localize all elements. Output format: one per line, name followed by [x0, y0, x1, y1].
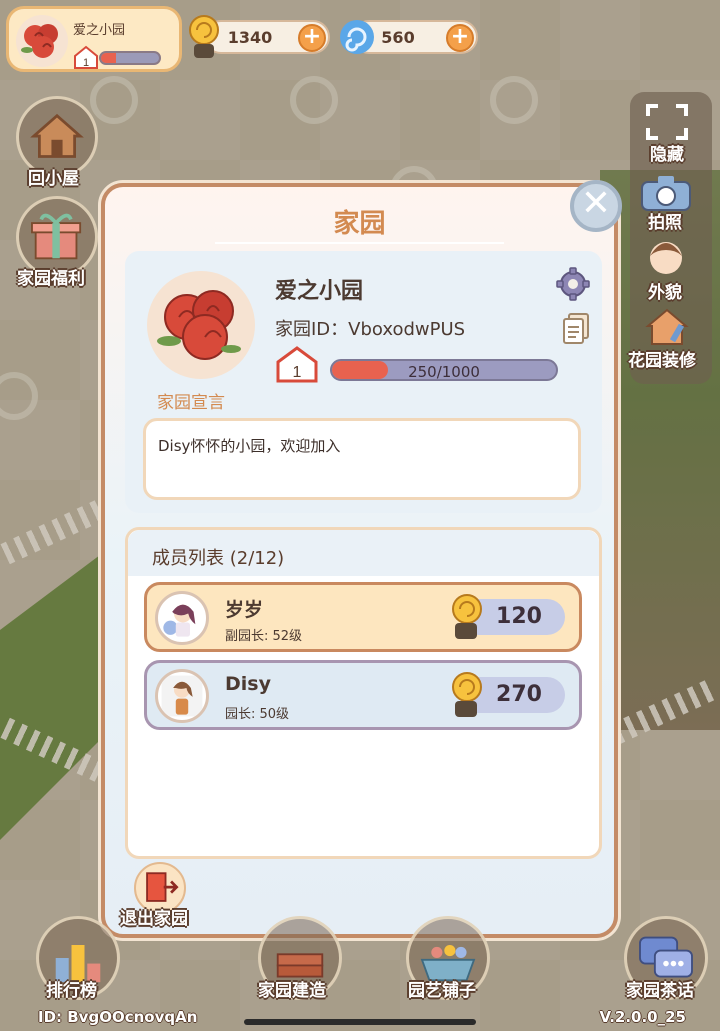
- svg-text:1: 1: [83, 57, 89, 69]
- hide-label[interactable]: 隐藏: [650, 140, 684, 165]
- home-info-chip[interactable]: 爱之小园 1: [6, 6, 182, 72]
- close-dialog-button[interactable]: ✕: [570, 180, 622, 232]
- home-welfare-label: 家园福利: [17, 269, 85, 289]
- home-level-bar: [99, 51, 161, 65]
- declaration-box[interactable]: Disy怀怀的小园，欢迎加入: [143, 418, 581, 500]
- add-snail-coin-button[interactable]: +: [298, 24, 326, 52]
- home-id-text: 家园ID：VboxodwPUS: [275, 319, 466, 340]
- golden-snail-icon: [452, 594, 482, 639]
- svg-text:1: 1: [293, 364, 302, 381]
- member-role: 副园长: 52级: [225, 629, 303, 644]
- copy-id-icon[interactable]: [562, 313, 590, 345]
- member-list-header: 成员列表 (2/12): [128, 530, 599, 576]
- house-level-icon: 1: [276, 346, 318, 383]
- rose-emblem-icon: [16, 15, 68, 67]
- photo-label[interactable]: 拍照: [648, 208, 682, 233]
- hide-frame-icon[interactable]: [644, 102, 690, 142]
- declaration-label: 家园宣言: [157, 393, 225, 413]
- home-name-title: 爱之小园: [275, 279, 364, 304]
- home-build-label: 家园建造: [258, 981, 326, 1001]
- settings-gear-icon[interactable]: [556, 267, 590, 301]
- close-icon: ✕: [580, 183, 612, 224]
- garden-shop-label: 园艺铺子: [408, 981, 476, 1001]
- dialog-title: 家园: [333, 209, 386, 239]
- home-tea-chat-label: 家园茶话: [626, 981, 694, 1001]
- house-level-icon: 1: [74, 45, 98, 69]
- garden-decorate-icon[interactable]: [644, 304, 690, 348]
- add-spiral-button[interactable]: +: [446, 24, 474, 52]
- appearance-label[interactable]: 外貌: [648, 278, 682, 303]
- ranking-label: 排行榜: [46, 981, 97, 1001]
- rose-emblem-icon: [157, 290, 241, 360]
- golden-snail-icon: [452, 672, 482, 717]
- home-exp-text: 250/1000: [408, 363, 480, 381]
- home-name: 爱之小园: [73, 23, 126, 38]
- member-name: 岁岁: [225, 599, 264, 621]
- exit-home-label[interactable]: 退出家园: [120, 904, 188, 929]
- character-portrait-icon: [161, 675, 203, 717]
- golden-snail-icon: [189, 15, 219, 58]
- garden-decorate-label[interactable]: 花园装修: [628, 346, 696, 371]
- member-role: 园长: 50级: [225, 707, 290, 722]
- declaration-text: Disy怀怀的小园，欢迎加入: [158, 437, 341, 455]
- member-list-title: 成员列表 (2/12): [152, 548, 285, 569]
- member-name: Disy: [225, 673, 271, 695]
- blue-spiral-icon: [340, 20, 374, 54]
- title-divider: [215, 242, 504, 244]
- back-to-cabin-label: 回小屋: [28, 169, 79, 189]
- home-exp-bar: 250/1000: [330, 359, 558, 381]
- player-id: ID: BvgOOcnovqAn: [38, 1008, 198, 1026]
- character-portrait-icon: [163, 604, 196, 637]
- member-avatar: [155, 669, 209, 723]
- home-emblem: [147, 271, 255, 379]
- version-text: V.2.0.0_25: [599, 1008, 686, 1026]
- member-row[interactable]: Disy 园长: 50级 270: [144, 660, 582, 730]
- member-avatar: [155, 591, 209, 645]
- camera-icon[interactable]: [640, 176, 692, 212]
- member-list-card: 成员列表 (2/12) 岁岁 副园长: 52级 120 Disy 园长: 50级…: [125, 527, 602, 859]
- member-row[interactable]: 岁岁 副园长: 52级 120: [144, 582, 582, 652]
- snail-coin-counter: 1340 +: [204, 20, 330, 54]
- home-indicator-bar[interactable]: [244, 1019, 476, 1025]
- avatar-appearance-icon[interactable]: [646, 238, 686, 282]
- home-dialog: 家园 家园宣言 爱之小园 家园ID：VboxodwPUS 1 250/1000 …: [101, 183, 618, 938]
- home-info-card: 家园宣言 爱之小园 家园ID：VboxodwPUS 1 250/1000 Dis…: [125, 251, 602, 513]
